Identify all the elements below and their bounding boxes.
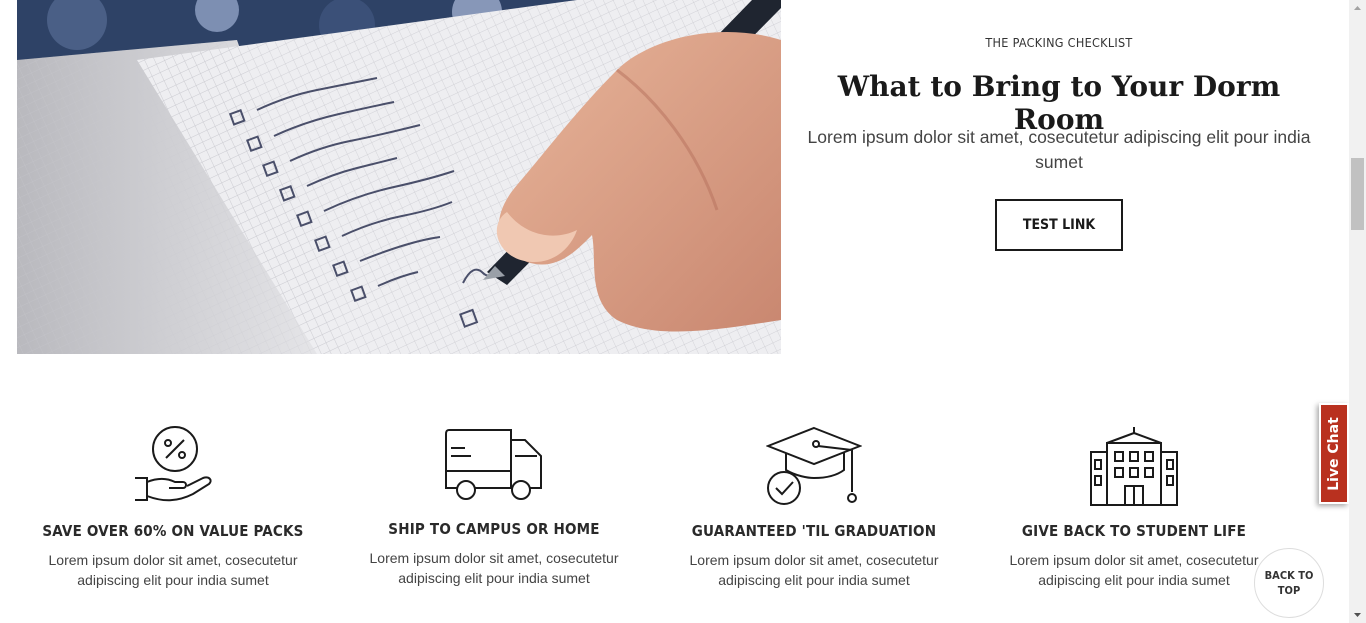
notebook-checklist-photo bbox=[17, 0, 781, 354]
feature-title: SAVE OVER 60% ON VALUE PACKS bbox=[42, 522, 304, 540]
live-chat-button[interactable]: Live Chat bbox=[1319, 403, 1349, 504]
feature-give-back: GIVE BACK TO STUDENT LIFE Lorem ipsum do… bbox=[984, 426, 1284, 590]
feature-description: Lorem ipsum dolor sit amet, cosecutetur … bbox=[369, 550, 619, 586]
scroll-up-arrow-icon[interactable] bbox=[1349, 0, 1366, 17]
page-scrollbar[interactable] bbox=[1349, 0, 1366, 623]
back-to-top-button[interactable]: BACK TO TOP bbox=[1254, 548, 1324, 618]
scrollbar-thumb[interactable] bbox=[1351, 158, 1364, 230]
feature-description: Lorem ipsum dolor sit amet, cosecutetur … bbox=[48, 552, 298, 588]
back-to-top-line1: BACK TO bbox=[1264, 569, 1314, 582]
section-eyebrow: THE PACKING CHECKLIST bbox=[985, 35, 1133, 50]
percent-hand-icon bbox=[135, 426, 212, 502]
graduation-cap-icon bbox=[766, 426, 862, 505]
school-building-icon bbox=[1090, 427, 1178, 506]
live-chat-label: Live Chat bbox=[1326, 416, 1343, 491]
feature-description: Lorem ipsum dolor sit amet, cosecutetur … bbox=[1009, 552, 1259, 588]
feature-shipping: SHIP TO CAMPUS OR HOME Lorem ipsum dolor… bbox=[344, 426, 644, 588]
test-link-button[interactable]: TEST LINK bbox=[995, 199, 1123, 251]
feature-guarantee: GUARANTEED 'TIL GRADUATION Lorem ipsum d… bbox=[664, 426, 964, 590]
feature-title: GIVE BACK TO STUDENT LIFE bbox=[1021, 522, 1247, 540]
feature-description: Lorem ipsum dolor sit amet, cosecutetur … bbox=[689, 552, 939, 588]
scroll-down-arrow-icon[interactable] bbox=[1349, 606, 1366, 623]
delivery-truck-icon bbox=[445, 429, 542, 500]
feature-value-packs: SAVE OVER 60% ON VALUE PACKS Lorem ipsum… bbox=[23, 426, 323, 590]
feature-title: GUARANTEED 'TIL GRADUATION bbox=[691, 522, 937, 540]
hero-image bbox=[17, 0, 781, 354]
section-description: Lorem ipsum dolor sit amet, cosecutetur … bbox=[807, 127, 1311, 172]
feature-title: SHIP TO CAMPUS OR HOME bbox=[388, 520, 600, 538]
back-to-top-line2: TOP bbox=[1277, 584, 1301, 597]
test-link-label: TEST LINK bbox=[1022, 217, 1096, 233]
